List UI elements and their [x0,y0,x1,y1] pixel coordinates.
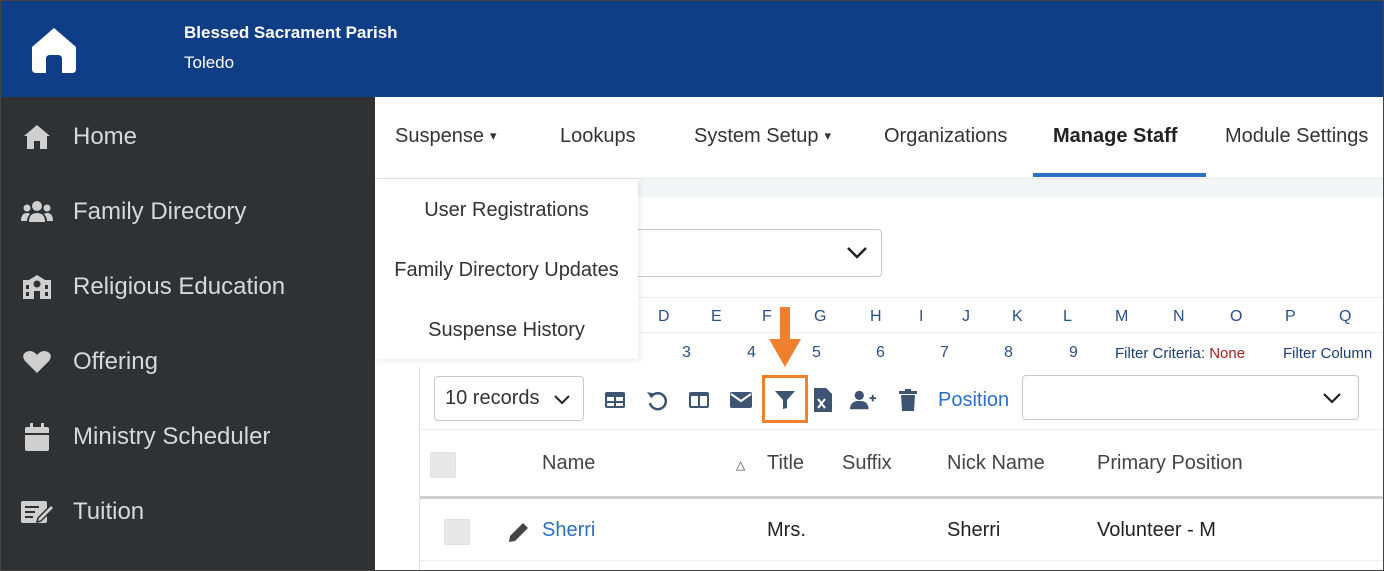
app-window: Blessed Sacrament Parish Toledo Home Fam… [0,0,1384,571]
letter-link[interactable]: K [1012,308,1023,326]
filter-icon[interactable] [772,387,798,413]
undo-icon[interactable] [644,387,670,413]
parish-city: Toledo [184,53,235,72]
letter-link[interactable]: J [962,308,970,326]
filter-criteria-value: None [1209,345,1246,362]
number-link[interactable]: 8 [1004,344,1013,362]
letter-link[interactable]: E [711,308,722,326]
top-header: Blessed Sacrament Parish Toledo [1,1,1383,97]
sidebar-item-home[interactable]: Home [1,99,375,174]
grid-header: Name △ Title Suffix Nick Name Primary Po… [420,429,1383,499]
letter-link[interactable]: G [814,308,826,326]
sidebar-item-label: Religious Education [73,272,286,300]
letter-link[interactable]: I [919,308,923,326]
staff-grid: 10 records Position Name △ Title Suffix … [419,367,1383,570]
sidebar-item-offering[interactable]: Offering [1,324,375,399]
column-header-title[interactable]: Title [767,452,804,475]
column-header-primary-position[interactable]: Primary Position [1097,452,1243,475]
sidebar-item-family-directory[interactable]: Family Directory [1,174,375,249]
mail-icon[interactable] [728,387,754,413]
number-link[interactable]: 9 [1069,344,1078,362]
tab-lookups[interactable]: Lookups [560,125,636,148]
letter-link[interactable]: O [1230,308,1242,326]
menu-item-user-registrations[interactable]: User Registrations [375,199,638,222]
table-icon[interactable] [602,387,628,413]
filter-criteria: Filter Criteria: None [1115,345,1245,362]
letter-link[interactable]: D [658,308,670,326]
staff-filter-select[interactable] [625,229,882,277]
number-link[interactable]: 5 [812,344,821,362]
excel-export-icon[interactable] [810,387,836,413]
number-link[interactable]: 4 [747,344,756,362]
records-per-page-value: 10 records [445,387,540,409]
select-all-checkbox[interactable] [430,452,456,478]
columns-icon[interactable] [686,387,712,413]
row-checkbox[interactable] [444,519,470,545]
sidebar: Home Family Directory Religious Educatio… [1,97,375,570]
sidebar-item-label: Tuition [73,497,145,525]
sidebar-item-label: Ministry Scheduler [73,422,271,450]
home-logo-icon[interactable] [29,25,79,75]
pencil-icon[interactable] [508,521,530,549]
annotation-arrow-icon [769,307,801,367]
sidebar-item-religious-education[interactable]: Religious Education [1,249,375,324]
column-header-nick-name[interactable]: Nick Name [947,452,1045,475]
position-label[interactable]: Position [938,389,1009,412]
heart-icon [21,346,53,378]
staff-primary-position: Volunteer - M [1097,519,1216,541]
suspense-dropdown-menu: User Registrations Family Directory Upda… [375,179,638,359]
number-link[interactable]: 6 [876,344,885,362]
tab-label: System Setup [694,125,819,147]
letter-link[interactable]: Q [1339,308,1351,326]
chevron-down-icon [847,247,867,259]
grid-toolbar: 10 records Position [420,367,1383,429]
parish-name: Blessed Sacrament Parish [184,23,398,42]
letter-link[interactable]: N [1173,308,1185,326]
active-tab-indicator [1033,173,1206,177]
chevron-down-icon [554,395,570,405]
sidebar-item-ministry-scheduler[interactable]: Ministry Scheduler [1,399,375,474]
staff-title: Mrs. [767,519,806,541]
sidebar-item-label: Offering [73,347,158,375]
school-icon [21,271,53,303]
staff-nick-name: Sherri [947,519,1001,541]
letter-link[interactable]: H [870,308,882,326]
position-select[interactable] [1022,375,1359,420]
menu-item-family-directory-updates[interactable]: Family Directory Updates [375,259,638,282]
tab-manage-staff[interactable]: Manage Staff [1053,125,1177,148]
tab-label: Suspense [395,125,484,147]
caret-down-icon: ▾ [824,128,832,143]
users-icon [21,196,53,228]
number-link[interactable]: 7 [940,344,949,362]
tab-system-setup[interactable]: System Setup ▾ [694,125,831,148]
filter-columns-link[interactable]: Filter Column [1283,345,1372,362]
table-row[interactable]: Sherri Mrs. Sherri Volunteer - M [420,501,1383,561]
trash-icon[interactable] [895,387,921,413]
add-user-icon[interactable] [850,387,876,413]
column-header-name[interactable]: Name [542,452,595,475]
sidebar-item-label: Family Directory [73,197,247,225]
tab-organizations[interactable]: Organizations [884,125,1007,148]
staff-name-link[interactable]: Sherri [542,519,595,542]
edit-icon [21,496,53,528]
calendar-icon [21,421,53,453]
column-header-suffix[interactable]: Suffix [842,452,892,475]
caret-down-icon: ▾ [489,128,497,143]
filter-criteria-label: Filter Criteria: [1115,345,1206,362]
number-link[interactable]: 3 [682,344,691,362]
records-per-page-select[interactable]: 10 records [434,376,584,421]
tab-module-settings[interactable]: Module Settings [1225,125,1368,148]
letter-link[interactable]: M [1115,308,1128,326]
letter-link[interactable]: L [1063,308,1072,326]
chevron-down-icon [1323,393,1341,404]
tab-suspense[interactable]: Suspense ▾ [395,125,497,148]
sidebar-item-label: Home [73,122,138,150]
tab-bar: Suspense ▾ Lookups System Setup ▾ Organiza… [375,97,1383,179]
sort-ascending-icon[interactable]: △ [736,458,745,472]
letter-link[interactable]: P [1285,308,1296,326]
sidebar-item-tuition[interactable]: Tuition [1,474,375,549]
home-icon [21,121,53,153]
menu-item-suspense-history[interactable]: Suspense History [375,319,638,342]
